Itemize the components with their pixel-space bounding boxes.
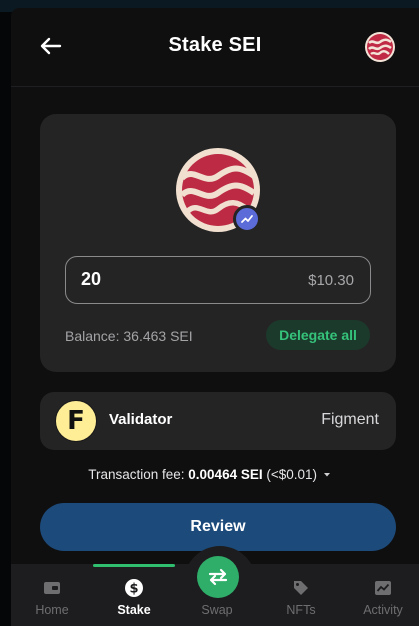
validator-label: Validator	[109, 411, 173, 428]
sei-logo[interactable]	[365, 32, 395, 62]
delegate-all-button[interactable]: Delegate all	[266, 320, 370, 350]
nav-swap-label: Swap	[201, 603, 233, 617]
header-divider	[11, 86, 419, 87]
amount-input[interactable]	[81, 269, 261, 290]
page-title: Stake SEI	[168, 34, 262, 56]
wallet-icon	[44, 582, 60, 594]
amount-field[interactable]: $10.30	[65, 256, 371, 304]
fee-label: Transaction fee:	[88, 467, 185, 482]
staking-badge	[233, 205, 261, 233]
nav-stake[interactable]: $ Stake	[102, 564, 166, 626]
nav-nfts[interactable]: NFTs	[269, 564, 333, 626]
tag-icon	[294, 581, 308, 595]
activity-chart-icon	[375, 581, 391, 595]
nav-nfts-label: NFTs	[286, 603, 316, 617]
svg-text:$: $	[129, 582, 138, 597]
fee-amount: 0.00464 SEI	[188, 467, 263, 482]
caret-down-icon	[323, 473, 330, 477]
validator-name: Figment	[321, 411, 379, 428]
nav-home-label: Home	[35, 603, 69, 617]
review-button[interactable]: Review	[40, 503, 396, 551]
chart-badge-icon	[241, 215, 253, 223]
nav-stake-label: Stake	[117, 603, 151, 617]
header: Stake SEI	[11, 14, 419, 82]
swap-arrows-icon	[208, 568, 228, 586]
transaction-fee[interactable]: Transaction fee: 0.00464 SEI (<$0.01)	[0, 467, 419, 482]
stake-card: $10.30 Balance: 36.463 SEI Delegate all	[40, 114, 396, 372]
nav-activity-label: Activity	[363, 603, 403, 617]
fee-usd: (<$0.01)	[266, 467, 318, 482]
balance-text: Balance: 36.463 SEI	[65, 328, 193, 344]
dollar-icon: $	[125, 579, 143, 597]
sei-logo-icon	[367, 34, 393, 60]
swap-button[interactable]	[197, 556, 239, 598]
validator-logo: F	[55, 400, 97, 442]
validator-row[interactable]: F Validator Figment	[40, 392, 396, 450]
nav-activity[interactable]: Activity	[351, 564, 415, 626]
nav-home[interactable]: Home	[20, 564, 84, 626]
app-frame: Stake SEI $10.30	[0, 0, 419, 626]
amount-usd-value: $10.30	[308, 272, 354, 289]
